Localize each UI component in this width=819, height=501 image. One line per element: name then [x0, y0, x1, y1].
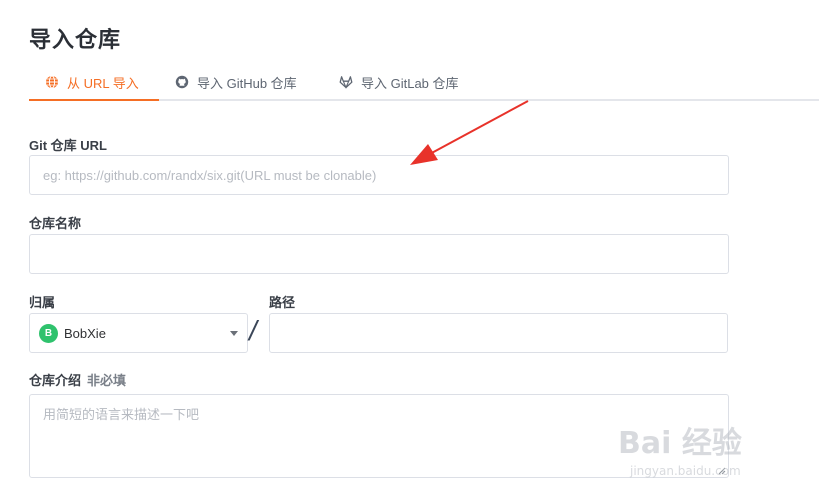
tab-import-github[interactable]: 导入 GitHub 仓库: [175, 63, 297, 101]
tab-import-from-url[interactable]: 从 URL 导入: [29, 63, 159, 101]
globe-icon: [45, 75, 59, 89]
avatar: B: [39, 323, 58, 343]
baidu-watermark-icon: Bai 经验 jingyan.baidu.com: [618, 426, 742, 478]
github-icon: [175, 75, 189, 89]
description-label: 仓库介绍 非必填: [29, 370, 126, 389]
tab-label: 从 URL 导入: [67, 75, 139, 91]
owner-selected-value: BobXie: [64, 325, 106, 341]
tab-label: 导入 GitHub 仓库: [197, 75, 297, 91]
gitlab-icon: [339, 75, 353, 89]
repo-name-label: 仓库名称: [29, 216, 82, 231]
path-label: 路径: [269, 295, 296, 310]
owner-select[interactable]: B BobXie: [29, 313, 248, 353]
watermark-url: jingyan.baidu.com: [629, 464, 741, 478]
path-input[interactable]: [269, 313, 728, 353]
path-separator: /: [249, 315, 257, 346]
description-label-text: 仓库介绍: [29, 373, 82, 388]
git-url-label: Git 仓库 URL: [29, 138, 107, 153]
tab-import-gitlab[interactable]: 导入 GitLab 仓库: [339, 63, 459, 101]
watermark-text: Bai 经验: [618, 426, 742, 461]
caret-down-icon: [230, 331, 238, 336]
owner-label: 归属: [29, 295, 56, 310]
tab-label: 导入 GitLab 仓库: [361, 75, 459, 91]
import-tabs: 从 URL 导入 导入 GitHub 仓库 导入 GitLab 仓库: [29, 63, 819, 101]
optional-tag: 非必填: [87, 373, 127, 388]
repo-name-input[interactable]: [29, 234, 729, 274]
page-title: 导入仓库: [29, 27, 122, 52]
git-url-input[interactable]: [29, 155, 729, 195]
